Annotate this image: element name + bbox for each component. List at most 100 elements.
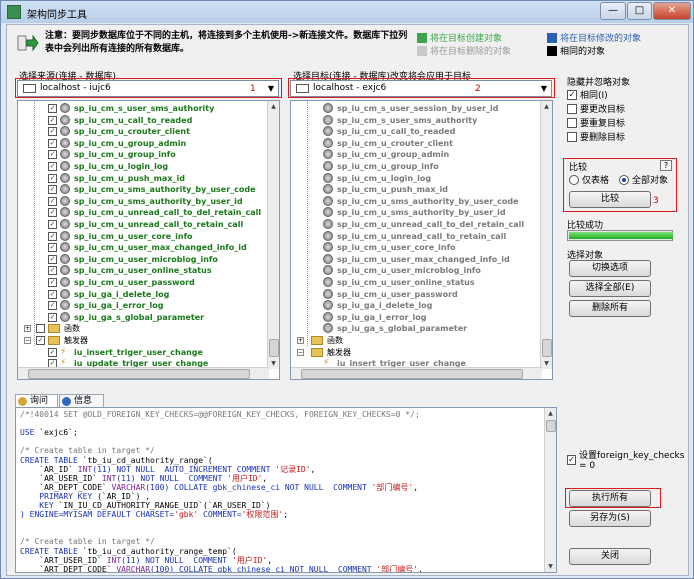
checkbox-checked[interactable]: ✓ bbox=[48, 301, 57, 311]
checkbox-checked[interactable]: ✓ bbox=[48, 127, 57, 137]
tree-row-procedure[interactable]: sp_iu_cm_u_user_password bbox=[291, 288, 541, 300]
source-vscroll-thumb[interactable] bbox=[269, 339, 279, 357]
tree-row-procedure[interactable]: ✓ sp_iu_cm_s_user_sms_authority bbox=[18, 103, 268, 114]
toggle-options-button[interactable]: 切换选项 bbox=[569, 260, 651, 277]
tree-row-procedure[interactable]: ✓ sp_iu_cm_u_unread_call_to_retain_call bbox=[18, 219, 268, 230]
scroll-up-icon[interactable]: ▲ bbox=[541, 101, 552, 112]
tree-row-procedure[interactable]: sp_iu_cm_u_user_max_changed_info_id bbox=[291, 253, 541, 265]
tree-row-procedure[interactable]: sp_iu_cm_u_group_admin bbox=[291, 149, 541, 160]
checkbox-checked[interactable]: ✓ bbox=[48, 254, 57, 264]
checkbox-checked[interactable]: ✓ bbox=[48, 231, 57, 241]
radio-all-objects[interactable]: 全部对象 bbox=[619, 173, 668, 186]
checkbox-checked[interactable]: ✓ bbox=[36, 336, 45, 345]
checkbox-checked[interactable]: ✓ bbox=[48, 115, 57, 125]
close-window-button[interactable]: ✕ bbox=[653, 2, 691, 20]
tree-row-procedure[interactable]: ✓ sp_iu_cm_u_group_info bbox=[18, 149, 268, 160]
hide-option-checkbox[interactable]: ✓ 相同(I) bbox=[567, 88, 608, 101]
tree-row-functions[interactable]: + 函数 bbox=[291, 335, 541, 346]
tree-row-procedure[interactable]: sp_iu_cm_s_user_sms_authority bbox=[291, 114, 541, 126]
checkbox-checked[interactable]: ✓ bbox=[48, 347, 57, 357]
source-combo[interactable]: localhost - iujc6 1 ▼ bbox=[17, 80, 279, 97]
tree-row-procedure[interactable]: sp_iu_ga_s_global_parameter bbox=[291, 323, 541, 334]
checkbox-unchecked[interactable] bbox=[36, 324, 45, 334]
tree-row-procedure[interactable]: ✓ sp_iu_cm_u_push_max_id bbox=[18, 172, 268, 184]
target-hscroll[interactable] bbox=[291, 367, 542, 379]
tree-row-procedure[interactable]: sp_iu_cm_u_unread_call_to_retain_call bbox=[291, 230, 541, 242]
compare-button[interactable]: 比较 bbox=[569, 191, 651, 208]
tree-row-procedure[interactable]: sp_iu_cm_u_user_microblog_info bbox=[291, 265, 541, 276]
tree-row-procedure[interactable]: ✓ sp_iu_ga_i_delete_log bbox=[18, 288, 268, 300]
tree-row-procedure[interactable]: ✓ sp_iu_cm_u_crouter_client bbox=[18, 126, 268, 137]
hide-option-checkbox[interactable]: 要重复目标 bbox=[567, 116, 625, 129]
source-hscroll-thumb[interactable] bbox=[28, 369, 250, 379]
tree-row-procedure[interactable]: ✓ sp_iu_cm_u_user_online_status bbox=[18, 265, 268, 276]
checkbox-checked[interactable]: ✓ bbox=[48, 138, 57, 148]
tree-row-procedure[interactable]: ✓ sp_iu_cm_u_sms_authority_by_user_id bbox=[18, 195, 268, 207]
scroll-up-icon[interactable]: ▲ bbox=[268, 101, 279, 112]
hide-option-checkbox[interactable]: 要删除目标 bbox=[567, 130, 625, 143]
tree-row-procedure[interactable]: ✓ sp_iu_cm_u_user_max_changed_info_id bbox=[18, 242, 268, 253]
source-hscroll[interactable] bbox=[18, 367, 269, 379]
tab-query[interactable]: 询问 bbox=[15, 394, 58, 408]
tree-row-procedure[interactable]: sp_iu_cm_u_push_max_id bbox=[291, 184, 541, 195]
tree-row-functions[interactable]: + 函数 bbox=[18, 323, 268, 334]
tree-row-triggers[interactable]: − 触发器 bbox=[291, 347, 541, 358]
execute-all-button[interactable]: 执行所有 bbox=[569, 490, 651, 507]
scroll-down-icon[interactable]: ▼ bbox=[268, 358, 279, 369]
expand-icon[interactable]: + bbox=[24, 325, 31, 333]
checkbox-checked[interactable]: ✓ bbox=[48, 196, 57, 206]
checkbox-checked[interactable]: ✓ bbox=[48, 162, 57, 171]
checkbox-checked[interactable]: ✓ bbox=[48, 208, 57, 218]
tree-row-procedure[interactable]: ✓ sp_iu_cm_u_login_log bbox=[18, 161, 268, 172]
tree-row-procedure[interactable]: ✓ sp_iu_cm_u_unread_call_to_del_retain_ca… bbox=[18, 207, 268, 218]
tree-row-procedure[interactable]: sp_iu_ga_i_error_log bbox=[291, 311, 541, 323]
sql-editor[interactable]: /*!40014 SET @OLD_FOREIGN_KEY_CHECKS=@@F… bbox=[15, 407, 557, 573]
minimize-button[interactable]: — bbox=[600, 2, 626, 20]
tree-row-procedure[interactable]: ✓ sp_iu_cm_u_sms_authority_by_user_code bbox=[18, 184, 268, 195]
tree-row-procedure[interactable]: sp_iu_cm_u_crouter_client bbox=[291, 137, 541, 149]
tree-row-procedure[interactable]: sp_iu_cm_u_call_to_readed bbox=[291, 126, 541, 137]
help-icon[interactable]: ? bbox=[660, 160, 672, 171]
tree-row-procedure[interactable]: sp_iu_cm_u_login_log bbox=[291, 172, 541, 184]
checkbox-checked[interactable]: ✓ bbox=[48, 278, 57, 287]
checkbox-checked[interactable]: ✓ bbox=[48, 289, 57, 299]
tree-row-procedure[interactable]: ✓ sp_iu_cm_u_group_admin bbox=[18, 137, 268, 149]
tree-row-procedure[interactable]: ✓ sp_iu_cm_u_user_password bbox=[18, 277, 268, 288]
sql-vscroll[interactable]: ▲ ▼ bbox=[544, 408, 556, 572]
collapse-icon[interactable]: − bbox=[24, 337, 31, 344]
expand-icon[interactable]: + bbox=[297, 337, 304, 344]
checkbox-checked[interactable]: ✓ bbox=[48, 185, 57, 195]
tree-row-triggers[interactable]: − ✓ 触发器 bbox=[18, 335, 268, 346]
hide-option-checkbox[interactable]: 要更改目标 bbox=[567, 102, 625, 115]
tree-row-procedure[interactable]: sp_iu_cm_u_sms_authority_by_user_id bbox=[291, 207, 541, 218]
checkbox-checked[interactable]: ✓ bbox=[48, 220, 57, 229]
source-tree[interactable]: ✓ sp_iu_cm_s_user_sms_authority ✓ sp_iu_cm_… bbox=[17, 100, 280, 380]
source-vscroll[interactable]: ▲ ▼ bbox=[267, 101, 279, 369]
target-vscroll[interactable]: ▲ ▼ bbox=[540, 101, 552, 369]
checkbox-checked[interactable]: ✓ bbox=[48, 243, 57, 253]
target-hscroll-thumb[interactable] bbox=[301, 369, 523, 379]
tree-row-procedure[interactable]: sp_iu_cm_u_unread_call_to_del_retain_cal… bbox=[291, 219, 541, 230]
checkbox-checked[interactable]: ✓ bbox=[48, 312, 57, 322]
tree-row-procedure[interactable]: ✓ sp_iu_cm_u_call_to_readed bbox=[18, 114, 268, 126]
select-all-button[interactable]: 选择全部(E) bbox=[569, 280, 651, 297]
tree-row-procedure[interactable]: ✓ sp_iu_cm_u_user_core_info bbox=[18, 230, 268, 242]
checkbox-checked[interactable]: ✓ bbox=[48, 173, 57, 183]
fk-checks-checkbox[interactable]: ✓ 设置foreign_key_checks = 0 bbox=[567, 448, 688, 471]
collapse-icon[interactable]: − bbox=[297, 348, 304, 356]
target-combo[interactable]: localhost - exjc6 2 ▼ bbox=[290, 80, 552, 97]
tree-row-procedure[interactable]: sp_iu_cm_u_sms_authority_by_user_code bbox=[291, 195, 541, 207]
tree-row-procedure[interactable]: sp_iu_cm_s_user_session_by_user_id bbox=[291, 103, 541, 114]
scroll-down-icon[interactable]: ▼ bbox=[545, 561, 556, 572]
delete-all-button[interactable]: 删除所有 bbox=[569, 300, 651, 317]
tab-info[interactable]: 信息 bbox=[59, 394, 104, 408]
tree-row-procedure[interactable]: sp_iu_cm_u_group_info bbox=[291, 161, 541, 172]
target-tree[interactable]: sp_iu_cm_s_user_session_by_user_id sp_iu_… bbox=[290, 100, 553, 380]
save-as-button[interactable]: 另存为(S) bbox=[569, 510, 651, 527]
radio-tables-only[interactable]: 仅表格 bbox=[569, 173, 609, 186]
target-vscroll-thumb[interactable] bbox=[542, 339, 552, 357]
tree-row-procedure[interactable]: ✓ sp_iu_ga_i_error_log bbox=[18, 300, 268, 311]
scroll-up-icon[interactable]: ▲ bbox=[545, 408, 556, 419]
scroll-down-icon[interactable]: ▼ bbox=[541, 358, 552, 369]
tree-row-trigger[interactable]: ✓ ⚡ iu_insert_triger_user_change bbox=[18, 347, 268, 358]
